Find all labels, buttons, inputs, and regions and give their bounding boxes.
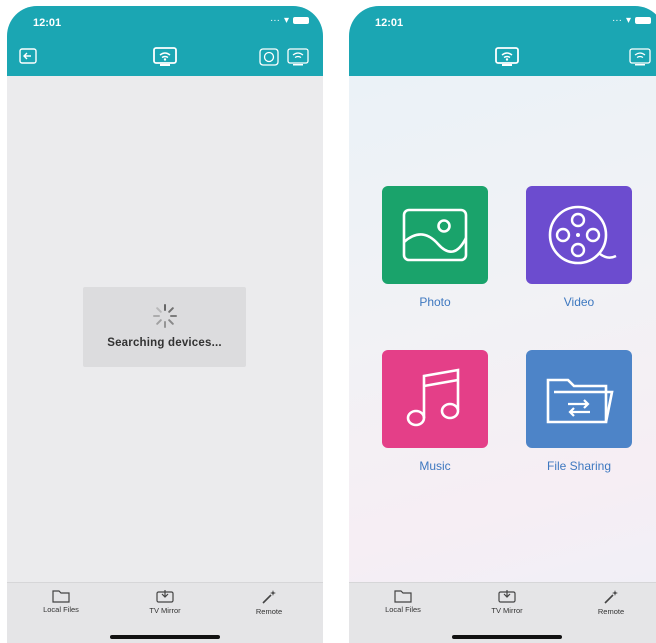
status-indicators: ··· ▾ bbox=[270, 15, 309, 26]
tab-bar: Local Files TV Mirror Remote bbox=[349, 582, 656, 643]
searching-indicator: Searching devices... bbox=[83, 287, 246, 367]
tab-label: TV Mirror bbox=[491, 606, 523, 615]
file-sharing-label: File Sharing bbox=[546, 459, 612, 473]
phone-screen-right: 12:01 ··· ▾ Photo Video Music File Shari… bbox=[349, 6, 656, 643]
exit-icon bbox=[19, 48, 37, 64]
searching-text: Searching devices... bbox=[107, 337, 222, 349]
folder-icon bbox=[394, 590, 412, 603]
app-header: 12:01 ··· ▾ bbox=[7, 6, 323, 76]
tv-mirror-icon bbox=[156, 590, 174, 603]
tv-cast-icon bbox=[153, 47, 177, 66]
status-time: 12:01 bbox=[33, 17, 62, 29]
tv-mirror-icon bbox=[498, 590, 516, 603]
tab-label: TV Mirror bbox=[149, 606, 181, 615]
refresh-icon bbox=[259, 48, 279, 66]
home-indicator[interactable] bbox=[452, 635, 562, 639]
refresh-button[interactable] bbox=[259, 48, 279, 71]
status-indicators: ··· ▾ bbox=[612, 15, 651, 26]
tab-tv-mirror[interactable]: TV Mirror bbox=[467, 589, 547, 615]
tab-local-files[interactable]: Local Files bbox=[363, 589, 443, 614]
tab-tv-mirror[interactable]: TV Mirror bbox=[125, 589, 205, 615]
tv-wifi-icon bbox=[287, 48, 309, 66]
status-time: 12:01 bbox=[375, 17, 404, 29]
folder-icon bbox=[52, 590, 70, 603]
tab-label: Local Files bbox=[43, 605, 79, 614]
battery-icon bbox=[293, 17, 309, 24]
cast-tv-button[interactable] bbox=[152, 46, 178, 73]
device-cast-button[interactable] bbox=[629, 48, 651, 71]
tab-label: Remote bbox=[255, 607, 283, 616]
folder-sync-icon bbox=[546, 378, 614, 424]
battery-icon bbox=[635, 17, 651, 24]
tv-cast-icon bbox=[495, 47, 519, 66]
image-icon bbox=[402, 208, 468, 262]
tab-label: Remote bbox=[597, 607, 625, 616]
photo-label: Photo bbox=[419, 295, 451, 309]
music-note-icon bbox=[406, 368, 460, 427]
photo-tile[interactable] bbox=[382, 186, 488, 284]
tab-remote[interactable]: Remote bbox=[229, 589, 309, 616]
phone-screen-left: 12:01 ··· ▾ Searching devices... Local F… bbox=[7, 6, 323, 643]
film-reel-icon bbox=[548, 205, 617, 265]
tab-label: Local Files bbox=[385, 605, 421, 614]
app-header: 12:01 ··· ▾ bbox=[349, 6, 656, 76]
device-cast-button[interactable] bbox=[287, 48, 309, 71]
signal-icon: ··· bbox=[611, 15, 622, 26]
music-label: Music bbox=[419, 459, 451, 473]
tv-wifi-icon bbox=[629, 48, 651, 66]
loading-spinner-icon bbox=[152, 304, 177, 328]
file-sharing-tile[interactable] bbox=[526, 350, 632, 448]
magic-wand-icon bbox=[262, 590, 276, 604]
magic-wand-icon bbox=[604, 590, 618, 604]
home-indicator[interactable] bbox=[110, 635, 220, 639]
music-tile[interactable] bbox=[382, 350, 488, 448]
wifi-icon: ▾ bbox=[283, 15, 289, 26]
back-button[interactable] bbox=[19, 48, 37, 69]
video-label: Video bbox=[563, 295, 595, 309]
cast-tv-button[interactable] bbox=[494, 46, 520, 73]
tab-bar: Local Files TV Mirror Remote bbox=[7, 582, 323, 643]
wifi-icon: ▾ bbox=[625, 15, 631, 26]
video-tile[interactable] bbox=[526, 186, 632, 284]
tab-local-files[interactable]: Local Files bbox=[21, 589, 101, 614]
signal-icon: ··· bbox=[269, 15, 280, 26]
tab-remote[interactable]: Remote bbox=[571, 589, 651, 616]
